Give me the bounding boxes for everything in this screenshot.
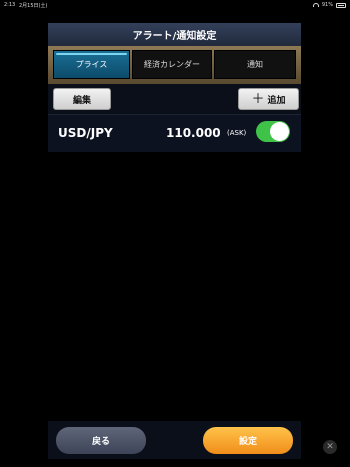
tab-economic-calendar[interactable]: 経済カレンダー bbox=[132, 50, 212, 79]
back-button[interactable]: 戻る bbox=[56, 427, 146, 454]
alert-settings-panel: アラート/通知設定 プライス 経済カレンダー 通知 編集 ＋ 追加 USD/JP… bbox=[48, 23, 301, 152]
tab-notifications-label: 通知 bbox=[247, 60, 263, 69]
battery-percent: 91% bbox=[321, 2, 333, 8]
alert-row-usdjpy[interactable]: USD/JPY 110.000 (ASK) bbox=[48, 114, 301, 152]
tab-price-label: プライス bbox=[75, 60, 108, 69]
wifi-icon bbox=[312, 3, 319, 7]
add-button[interactable]: ＋ 追加 bbox=[238, 88, 299, 110]
plus-icon: ＋ bbox=[251, 91, 265, 107]
toolbar: 編集 ＋ 追加 bbox=[48, 84, 301, 114]
tab-economic-calendar-label: 経済カレンダー bbox=[144, 60, 200, 69]
set-button-label: 設定 bbox=[238, 437, 257, 447]
battery-icon bbox=[336, 2, 346, 8]
page-title-bar: アラート/通知設定 bbox=[48, 23, 301, 46]
status-time: 2:13 bbox=[4, 2, 16, 8]
price-side: (ASK) bbox=[227, 129, 247, 137]
tab-bar: プライス 経済カレンダー 通知 bbox=[48, 46, 301, 84]
edit-button-label: 編集 bbox=[72, 95, 91, 106]
status-bar: 2:13 2月15日(土) 91% bbox=[0, 0, 350, 10]
close-icon[interactable]: ✕ bbox=[323, 440, 337, 454]
status-date: 2月15日(土) bbox=[19, 3, 48, 9]
back-button-label: 戻る bbox=[91, 437, 110, 447]
alert-toggle[interactable] bbox=[256, 121, 290, 142]
edit-button[interactable]: 編集 bbox=[53, 88, 111, 110]
toggle-knob bbox=[270, 122, 289, 141]
tab-notifications[interactable]: 通知 bbox=[214, 50, 296, 79]
currency-pair: USD/JPY bbox=[58, 126, 113, 140]
add-button-label: 追加 bbox=[267, 95, 286, 106]
set-button[interactable]: 設定 bbox=[203, 427, 293, 454]
page-title: アラート/通知設定 bbox=[132, 31, 217, 42]
bottom-bar: 戻る 設定 bbox=[48, 421, 301, 459]
tab-price[interactable]: プライス bbox=[53, 50, 130, 79]
status-right: 91% bbox=[312, 2, 346, 8]
alert-price: 110.000 bbox=[166, 126, 221, 140]
